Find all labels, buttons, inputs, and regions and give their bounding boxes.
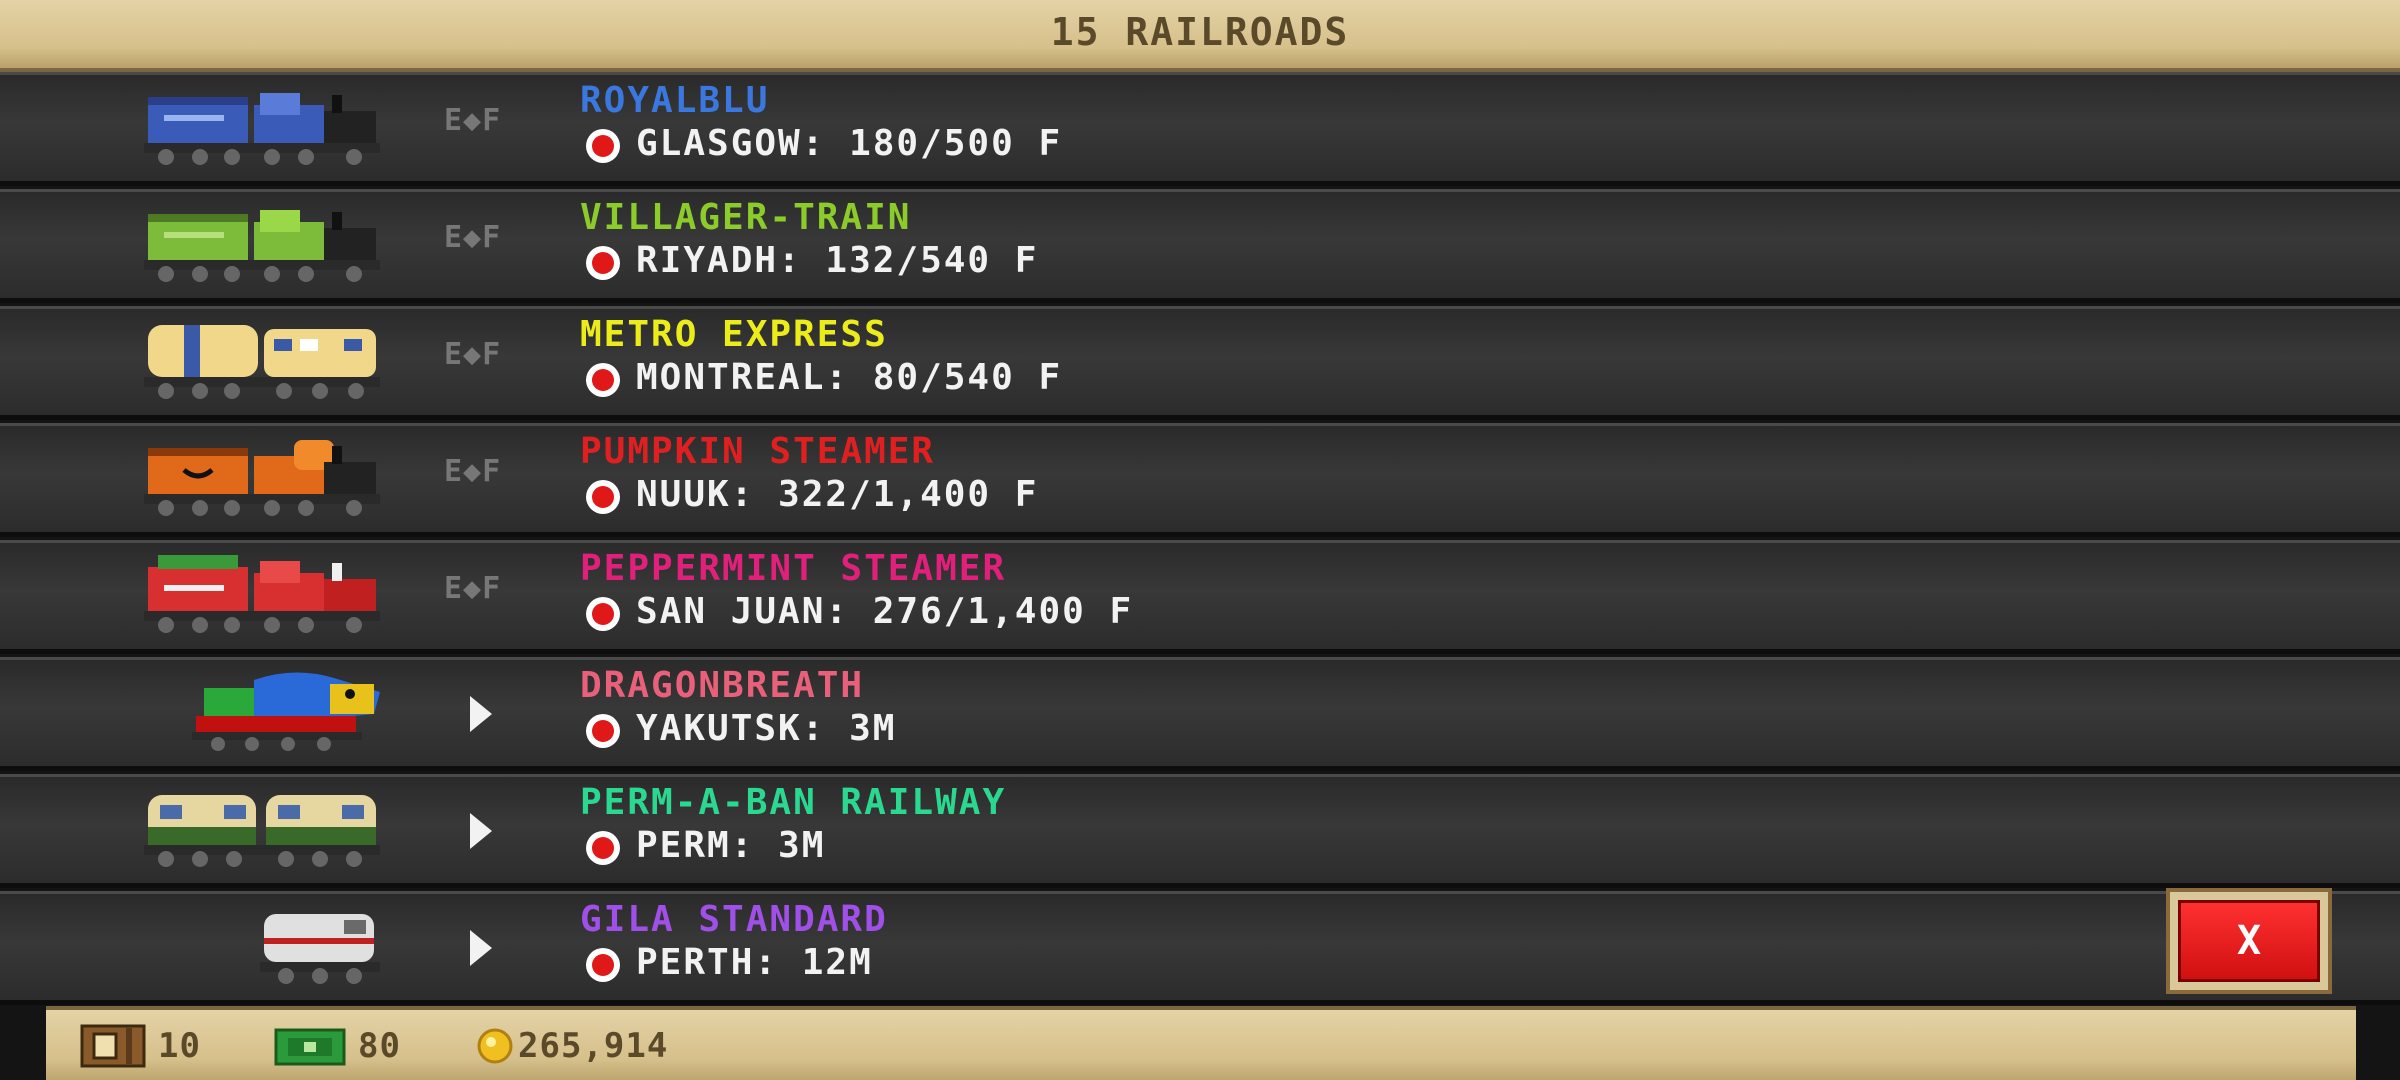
station-marker-icon (586, 714, 620, 748)
close-icon[interactable]: X (2178, 900, 2320, 982)
crates-count: 10 (158, 1026, 201, 1066)
station-marker-icon (586, 246, 620, 280)
railroad-name: ROYALBLU (580, 80, 770, 121)
coin-icon (477, 1028, 513, 1064)
peppermint-steam-train-icon (144, 555, 380, 633)
engine-freight-toggle[interactable]: E◆F (444, 337, 501, 372)
station-info: YAKUTSK: 3M (636, 708, 897, 749)
crates-stat: 10 (80, 1022, 201, 1070)
station-info: PERM: 3M (636, 825, 826, 866)
railroad-row[interactable]: GILA STANDARD PERTH: 12M (0, 891, 2400, 1005)
blue-steam-train-icon (144, 93, 380, 165)
railroad-name: PERM-A-BAN RAILWAY (580, 782, 1007, 823)
station-marker-icon (586, 363, 620, 397)
play-icon[interactable] (468, 928, 494, 968)
railroad-row[interactable]: E◆F PUMPKIN STEAMER NUUK: 322/1,400 F (0, 423, 2400, 537)
railroad-name: VILLAGER-TRAIN (580, 197, 912, 238)
station-marker-icon (586, 480, 620, 514)
play-icon[interactable] (468, 811, 494, 851)
station-marker-icon (586, 948, 620, 982)
pumpkin-steam-train-icon (144, 440, 380, 516)
crate-icon (80, 1024, 146, 1068)
coins-stat: 265,914 (476, 1022, 668, 1070)
station-info: SAN JUAN: 276/1,400 F (636, 591, 1134, 632)
station-marker-icon (586, 597, 620, 631)
station-info: RIYADH: 132/540 F (636, 240, 1039, 281)
railroad-row[interactable]: E◆F PEPPERMINT STEAMER SAN JUAN: 276/1,4… (0, 540, 2400, 654)
station-info: GLASGOW: 180/500 F (636, 123, 1063, 164)
cash-icon (274, 1028, 346, 1066)
green-steam-train-icon (144, 210, 380, 282)
station-marker-icon (586, 129, 620, 163)
railroad-row[interactable]: E◆F ROYALBLU GLASGOW: 180/500 F (0, 72, 2400, 186)
railroad-name: GILA STANDARD (580, 899, 888, 940)
station-info: MONTREAL: 80/540 F (636, 357, 1063, 398)
engine-freight-toggle[interactable]: E◆F (444, 220, 501, 255)
cash-count: 80 (358, 1026, 401, 1066)
page-title: 15 RAILROADS (1050, 10, 1350, 54)
metro-diesel-train-icon (144, 325, 380, 399)
station-info: PERTH: 12M (636, 942, 873, 983)
engine-freight-toggle[interactable]: E◆F (444, 454, 501, 489)
play-icon[interactable] (468, 694, 494, 734)
railroad-name: PUMPKIN STEAMER (580, 431, 936, 472)
perm-diesel-train-icon (144, 795, 380, 867)
coins-count: 265,914 (518, 1026, 669, 1066)
station-marker-icon (586, 831, 620, 865)
railroad-name: METRO EXPRESS (580, 314, 888, 355)
railroad-list[interactable]: E◆F ROYALBLU GLASGOW: 180/500 F E◆F VILL… (0, 72, 2400, 1007)
resource-bar: 10 80 265,914 (46, 1006, 2356, 1080)
railroad-row[interactable]: DRAGONBREATH YAKUTSK: 3M (0, 657, 2400, 771)
engine-freight-toggle[interactable]: E◆F (444, 571, 501, 606)
railroad-row[interactable]: E◆F METRO EXPRESS MONTREAL: 80/540 F (0, 306, 2400, 420)
gila-diesel-train-icon (260, 914, 380, 984)
dragon-train-icon (192, 672, 380, 751)
railroad-row[interactable]: PERM-A-BAN RAILWAY PERM: 3M (0, 774, 2400, 888)
header-bar: 15 RAILROADS (0, 0, 2400, 72)
railroad-row[interactable]: E◆F VILLAGER-TRAIN RIYADH: 132/540 F (0, 189, 2400, 303)
cash-stat: 80 (274, 1022, 401, 1070)
station-info: NUUK: 322/1,400 F (636, 474, 1039, 515)
railroad-name: PEPPERMINT STEAMER (580, 548, 1007, 589)
railroad-name: DRAGONBREATH (580, 665, 865, 706)
close-button[interactable]: X (2166, 888, 2332, 994)
engine-freight-toggle[interactable]: E◆F (444, 103, 501, 138)
